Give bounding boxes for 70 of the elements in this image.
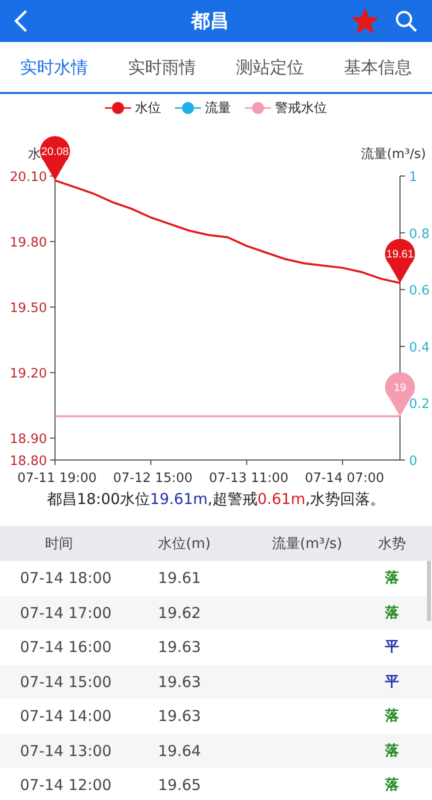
axis-tick-label: 18.90 [10, 432, 47, 448]
axis-tick-label: 07-12 15:00 [113, 471, 193, 486]
scrollbar[interactable] [427, 561, 431, 621]
value-pin [385, 238, 415, 284]
axis-tick-label: 1 [409, 170, 418, 185]
trend-cell-text: 落 [384, 569, 400, 588]
table-row[interactable]: 07-14 12:00 19.65 落 [0, 768, 432, 800]
time-cell-text: 07-14 13:00 [19, 742, 113, 760]
time-cell-text: 07-14 14:00 [19, 707, 113, 726]
tab[interactable]: 实时雨情 [108, 42, 216, 92]
table-row[interactable]: 07-14 15:00 19.63 平 [0, 664, 432, 699]
level-cell-text: 19.65 [157, 776, 202, 794]
legend-marker-icon [105, 101, 131, 115]
legend-label: 水位 [135, 100, 161, 117]
axis-tick-label: 19.80 [10, 236, 47, 251]
axis-tick-label: 0.2 [409, 397, 430, 412]
pin-label: 20.08 [41, 146, 69, 158]
time-cell-text: 07-14 18:00 [19, 569, 113, 588]
summary-text: 都昌18:00水位19.61m,超警戒0.61m,水势回落。 [46, 490, 386, 510]
axis-tick-label: 07-11 19:00 [17, 471, 97, 486]
level-cell-text: 19.63 [157, 672, 202, 691]
column-header: 时间 [44, 534, 74, 552]
tab[interactable]: 测站定位 [216, 42, 324, 92]
legend-label: 警戒水位 [275, 100, 327, 117]
search-icon[interactable] [394, 9, 418, 33]
level-cell-text: 19.64 [157, 742, 202, 760]
trend-cell-text: 落 [384, 776, 400, 794]
column-header: 流量(m³/s) [271, 534, 344, 552]
axis-tick-label: 18.80 [10, 454, 47, 469]
axis-tick-label: 0.6 [409, 284, 430, 299]
time-cell-text: 07-14 16:00 [19, 638, 113, 656]
legend-marker-icon [245, 101, 271, 115]
column-header: 水位(m) [157, 534, 212, 552]
pin-label: 19.61 [386, 248, 414, 261]
table-row[interactable]: 07-14 14:00 19.63 落 [0, 699, 432, 734]
axis-tick-label: 19.20 [10, 366, 47, 382]
axis-title: 流量(m³/s) [360, 147, 426, 162]
back-icon[interactable] [14, 9, 28, 33]
trend-cell-text: 落 [384, 604, 400, 622]
table-row[interactable]: 07-14 18:00 19.61 落 [0, 561, 432, 596]
axis-tick-label: 07-14 07:00 [304, 471, 384, 486]
axis-tick-label: 0 [409, 454, 418, 469]
axis-tick-label: 07-13 11:00 [208, 471, 288, 486]
trend-cell-text: 落 [384, 742, 400, 760]
axis-tick-label: 0.4 [409, 340, 430, 356]
trend-cell-text: 平 [384, 638, 400, 656]
trend-cell-text: 落 [384, 707, 400, 726]
time-cell-text: 07-14 15:00 [19, 672, 113, 691]
trend-cell-text: 平 [384, 672, 400, 691]
pin-label: 19 [394, 382, 406, 394]
level-cell-text: 19.62 [157, 604, 202, 622]
axis-tick-label: 0.8 [409, 226, 430, 242]
tab[interactable]: 基本信息 [324, 42, 432, 92]
legend-marker-icon [175, 101, 201, 115]
legend-label: 流量 [205, 100, 231, 117]
level-cell-text: 19.61 [157, 569, 202, 588]
time-cell-text: 07-14 12:00 [19, 776, 113, 794]
column-header: 水势 [377, 534, 407, 552]
tab[interactable]: 实时水情 [0, 42, 108, 94]
level-cell-text: 19.63 [157, 638, 202, 656]
star-icon[interactable] [352, 8, 378, 34]
axis-title: 水 [28, 147, 41, 162]
time-cell-text: 07-14 17:00 [19, 604, 113, 622]
axis-tick-label: 20.10 [10, 170, 47, 185]
level-cell-text: 19.63 [157, 707, 202, 726]
table-row[interactable]: 07-14 13:00 19.64 落 [0, 734, 432, 768]
table-row[interactable]: 07-14 16:00 19.63 平 [0, 630, 432, 664]
table-row[interactable]: 07-14 17:00 19.62 落 [0, 596, 432, 630]
axis-tick-label: 19.50 [10, 301, 47, 316]
station-title: 都昌 [190, 9, 230, 34]
